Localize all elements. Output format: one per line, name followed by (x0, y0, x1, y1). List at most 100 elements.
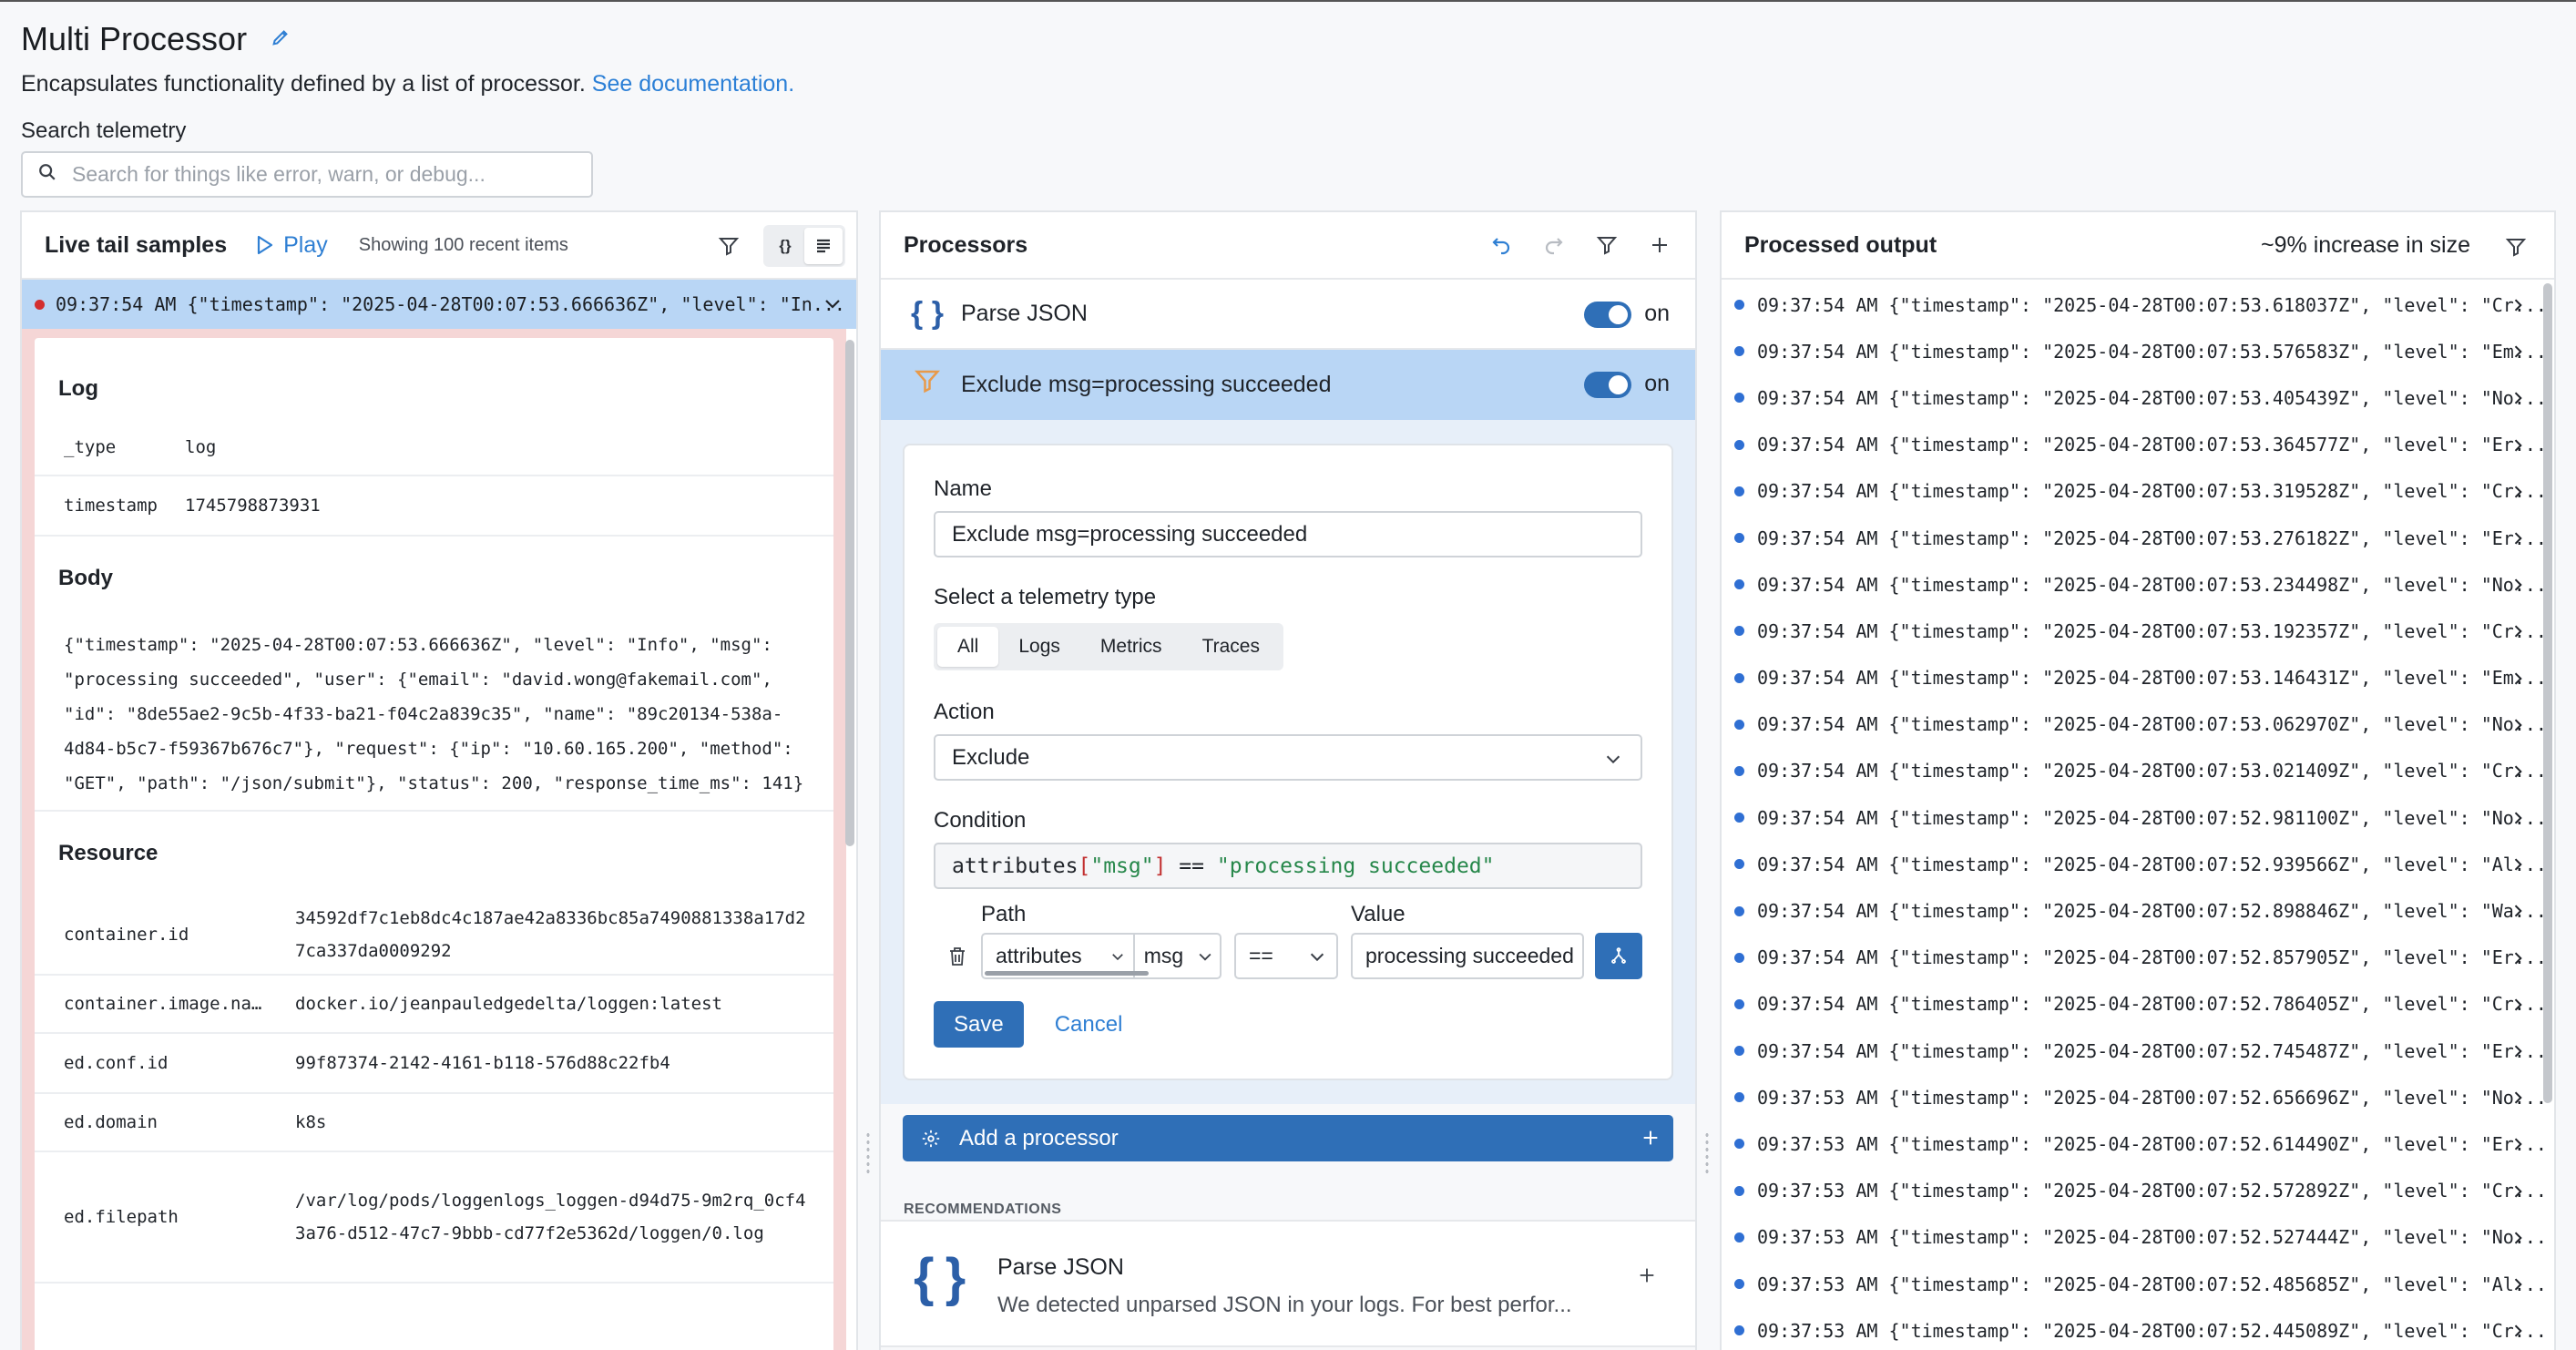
chevron-right-icon[interactable] (2509, 575, 2527, 599)
plus-icon (1643, 1130, 1658, 1145)
chevron-right-icon[interactable] (2509, 482, 2527, 506)
output-row[interactable]: 09:37:54 AM {"timestamp": "2025-04-28T00… (1722, 561, 2554, 608)
scrollbar[interactable] (845, 340, 854, 846)
output-row[interactable]: 09:37:54 AM {"timestamp": "2025-04-28T00… (1722, 374, 2554, 421)
chevron-right-icon[interactable] (2509, 1274, 2527, 1299)
field-key: container.image.na… (64, 994, 262, 1014)
chevron-right-icon[interactable] (2509, 295, 2527, 320)
level-dot (1734, 672, 1744, 683)
chevron-right-icon[interactable] (2509, 901, 2527, 926)
live-tail-title: Live tail samples (45, 231, 228, 258)
chevron-right-icon[interactable] (2509, 621, 2527, 646)
processor-editor: Name Exclude msg=processing succeeded Se… (881, 420, 1695, 1104)
output-row[interactable]: 09:37:54 AM {"timestamp": "2025-04-28T00… (1722, 935, 2554, 981)
resize-handle[interactable] (1704, 1131, 1710, 1177)
output-row[interactable]: 09:37:54 AM {"timestamp": "2025-04-28T00… (1722, 1028, 2554, 1074)
processor-toggle[interactable] (1584, 372, 1631, 398)
tab-traces[interactable]: Traces (1182, 627, 1280, 667)
output-row[interactable]: 09:37:53 AM {"timestamp": "2025-04-28T00… (1722, 1074, 2554, 1120)
filter-icon[interactable] (2498, 227, 2534, 267)
chevron-right-icon[interactable] (2509, 808, 2527, 833)
output-row[interactable]: 09:37:54 AM {"timestamp": "2025-04-28T00… (1722, 748, 2554, 794)
output-row[interactable]: 09:37:54 AM {"timestamp": "2025-04-28T00… (1722, 841, 2554, 887)
output-row-text: 09:37:53 AM {"timestamp": "2025-04-28T00… (1757, 1319, 2547, 1342)
search-input[interactable] (72, 162, 564, 187)
chevron-right-icon[interactable] (2509, 1134, 2527, 1159)
condition-input[interactable]: attributes["msg"] == "processing succeed… (934, 843, 1642, 889)
filter-icon[interactable] (1580, 225, 1633, 265)
chevron-right-icon[interactable] (2509, 388, 2527, 413)
chevron-right-icon[interactable] (2509, 1041, 2527, 1066)
field-value: k8s (295, 1112, 327, 1132)
output-row[interactable]: 09:37:54 AM {"timestamp": "2025-04-28T00… (1722, 887, 2554, 934)
chevron-right-icon[interactable] (2509, 528, 2527, 553)
recommendation-card[interactable]: { } Parse JSON We detected unparsed JSON… (881, 1220, 1695, 1347)
redo-icon[interactable] (1528, 225, 1580, 265)
tab-all[interactable]: All (937, 627, 999, 667)
trash-icon[interactable] (934, 933, 981, 979)
pencil-icon[interactable] (271, 27, 294, 51)
output-row[interactable]: 09:37:53 AM {"timestamp": "2025-04-28T00… (1722, 1120, 2554, 1167)
chevron-right-icon[interactable] (2509, 1181, 2527, 1206)
processor-item-exclude[interactable]: Exclude msg=processing succeeded on (881, 350, 1695, 420)
chevron-right-icon[interactable] (2509, 995, 2527, 1019)
field-key: _type (64, 437, 117, 457)
selected-log-row[interactable]: 09:37:54 AM {"timestamp": "2025-04-28T00… (22, 280, 856, 329)
output-row[interactable]: 09:37:54 AM {"timestamp": "2025-04-28T00… (1722, 328, 2554, 374)
operator-select[interactable]: == (1234, 933, 1338, 979)
plus-icon[interactable] (1637, 1265, 1657, 1285)
chevron-right-icon[interactable] (2509, 948, 2527, 973)
chevron-right-icon[interactable] (2509, 435, 2527, 460)
output-row[interactable]: 09:37:53 AM {"timestamp": "2025-04-28T00… (1722, 1214, 2554, 1261)
scrollbar[interactable] (985, 971, 1149, 976)
scrollbar[interactable] (2543, 283, 2552, 1103)
output-row[interactable]: 09:37:53 AM {"timestamp": "2025-04-28T00… (1722, 1168, 2554, 1214)
output-row[interactable]: 09:37:54 AM {"timestamp": "2025-04-28T00… (1722, 794, 2554, 841)
output-row[interactable]: 09:37:54 AM {"timestamp": "2025-04-28T00… (1722, 281, 2554, 328)
resize-handle[interactable] (865, 1131, 871, 1177)
filter-icon[interactable] (710, 226, 747, 266)
processor-name: Parse JSON (961, 301, 1088, 326)
output-row[interactable]: 09:37:54 AM {"timestamp": "2025-04-28T00… (1722, 655, 2554, 701)
chevron-down-icon[interactable] (822, 292, 843, 319)
add-processor-button[interactable]: Add a processor (903, 1115, 1673, 1161)
save-button[interactable]: Save (934, 1001, 1024, 1048)
list-view-button[interactable] (804, 228, 843, 264)
output-row[interactable]: 09:37:54 AM {"timestamp": "2025-04-28T00… (1722, 701, 2554, 748)
output-row[interactable]: 09:37:54 AM {"timestamp": "2025-04-28T00… (1722, 468, 2554, 515)
processors-title: Processors (904, 231, 1028, 258)
undo-icon[interactable] (1475, 225, 1528, 265)
chevron-right-icon[interactable] (2509, 1321, 2527, 1345)
chevron-right-icon[interactable] (2509, 854, 2527, 879)
action-select[interactable]: Exclude (934, 734, 1642, 781)
chevron-right-icon[interactable] (2509, 1228, 2527, 1253)
play-button[interactable]: Play (256, 232, 328, 259)
tab-metrics[interactable]: Metrics (1080, 627, 1182, 667)
chevron-right-icon[interactable] (2509, 762, 2527, 786)
search-field[interactable] (21, 151, 593, 198)
value-input[interactable]: processing succeeded (1351, 933, 1584, 979)
output-row[interactable]: 09:37:54 AM {"timestamp": "2025-04-28T00… (1722, 981, 2554, 1028)
output-row[interactable]: 09:37:54 AM {"timestamp": "2025-04-28T00… (1722, 422, 2554, 468)
output-row[interactable]: 09:37:54 AM {"timestamp": "2025-04-28T00… (1722, 515, 2554, 561)
branch-button[interactable] (1595, 933, 1642, 979)
name-field[interactable]: Exclude msg=processing succeeded (934, 511, 1642, 557)
output-row[interactable]: 09:37:53 AM {"timestamp": "2025-04-28T00… (1722, 1261, 2554, 1307)
chevron-right-icon[interactable] (2509, 715, 2527, 740)
json-view-button[interactable]: {} (766, 228, 804, 264)
cancel-button[interactable]: Cancel (1055, 1012, 1123, 1038)
processor-item-parse-json[interactable]: { } Parse JSON on (881, 280, 1695, 350)
tab-logs[interactable]: Logs (998, 627, 1080, 667)
output-row-text: 09:37:53 AM {"timestamp": "2025-04-28T00… (1757, 1132, 2547, 1155)
output-row[interactable]: 09:37:54 AM {"timestamp": "2025-04-28T00… (1722, 608, 2554, 654)
chevron-right-icon[interactable] (2509, 342, 2527, 366)
processor-toggle[interactable] (1584, 302, 1631, 328)
path-label: Path (981, 902, 1027, 926)
output-row[interactable]: 09:37:53 AM {"timestamp": "2025-04-28T00… (1722, 1307, 2554, 1350)
chevron-right-icon[interactable] (2509, 1088, 2527, 1112)
field-row: timestamp 1745798873931 (35, 476, 833, 537)
documentation-link[interactable]: See documentation. (592, 71, 794, 97)
chevron-down-icon (1199, 953, 1211, 961)
plus-icon[interactable] (1633, 225, 1686, 265)
chevron-right-icon[interactable] (2509, 669, 2527, 693)
